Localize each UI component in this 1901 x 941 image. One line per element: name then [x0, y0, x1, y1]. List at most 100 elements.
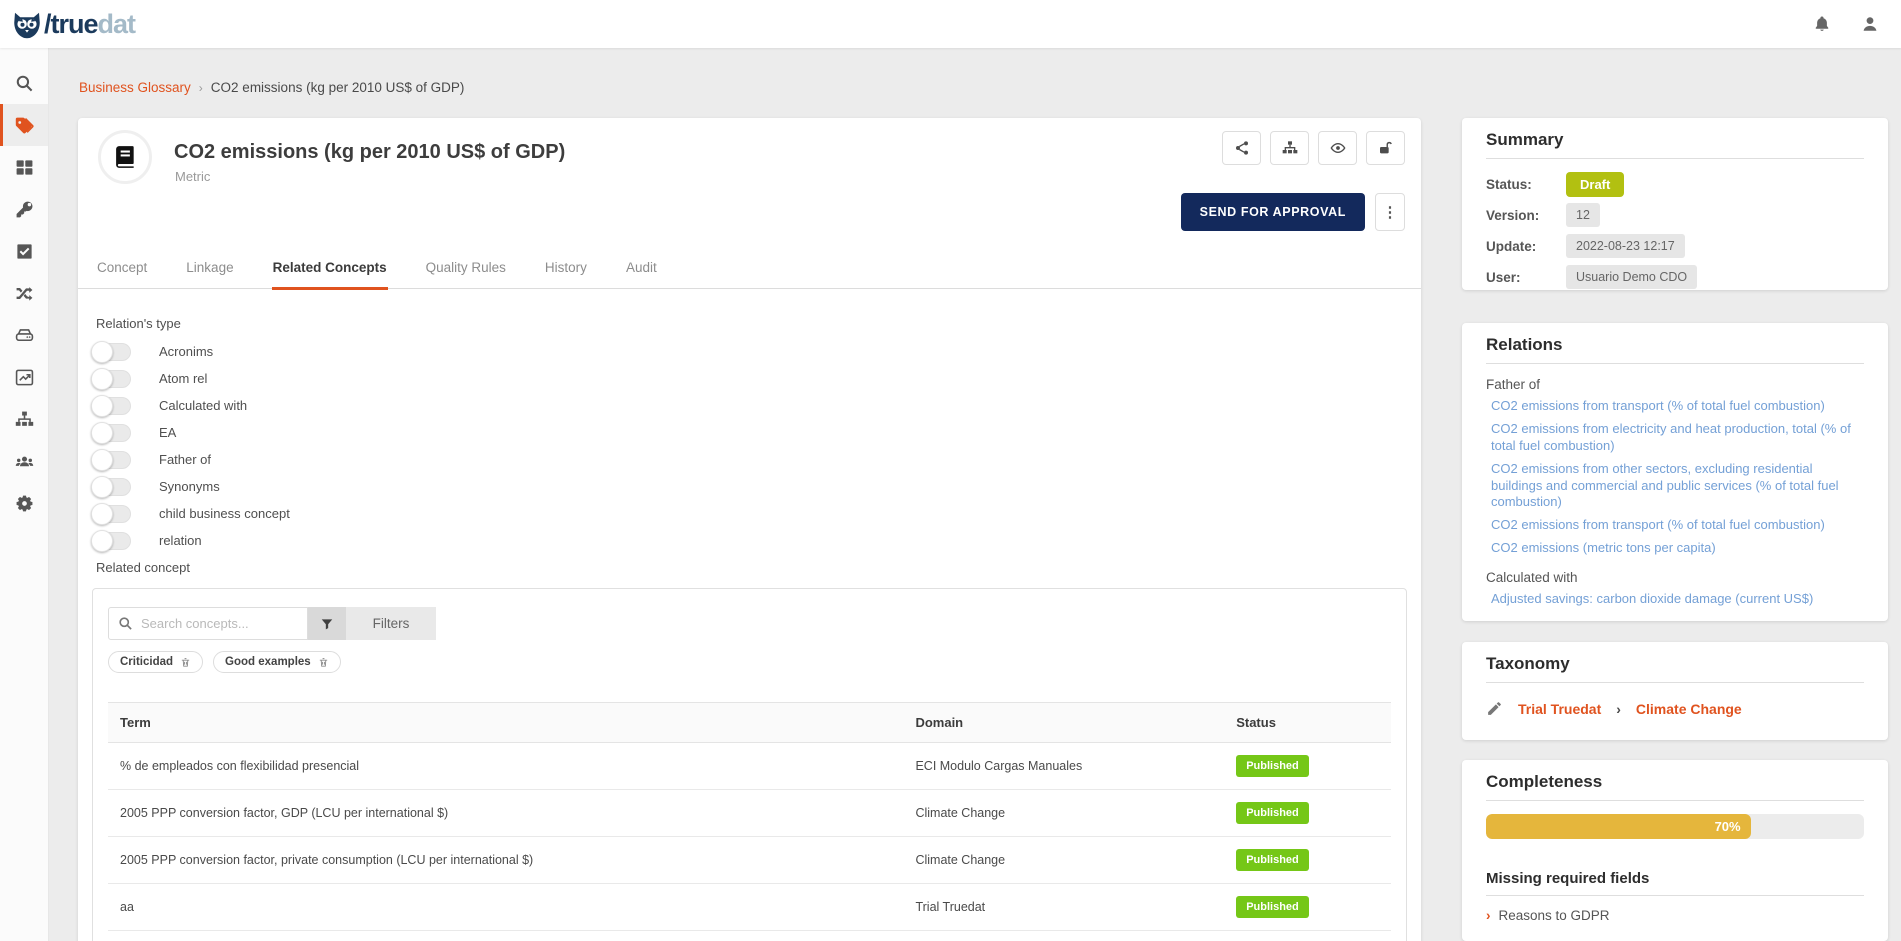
watch-button[interactable]	[1318, 131, 1357, 165]
toggle-row: EA	[91, 419, 1421, 446]
toggle-synonyms[interactable]	[91, 478, 131, 496]
breadcrumb-current: CO2 emissions (kg per 2010 US$ of GDP)	[211, 80, 465, 95]
update-label: Update:	[1486, 239, 1566, 254]
relation-link[interactable]: CO2 emissions from transport (% of total…	[1491, 517, 1864, 534]
sidebar-item-settings[interactable]	[0, 482, 48, 524]
sidebar-item-glossary[interactable]	[0, 104, 48, 146]
relation-link[interactable]: CO2 emissions from transport (% of total…	[1491, 398, 1864, 415]
table-row[interactable]: aa Trial Truedat Published	[108, 884, 1391, 931]
trash-icon[interactable]	[318, 657, 329, 668]
relation-type-toggles: Acronims Atom rel Calculated with EA Fat…	[91, 338, 1421, 554]
taxonomy-domain-link[interactable]: Trial Truedat	[1518, 701, 1601, 717]
toggle-label: EA	[159, 425, 176, 440]
completeness-panel: Completeness 70% Missing required fields…	[1462, 760, 1888, 941]
column-status: Status	[1224, 703, 1391, 743]
toggle-acronims[interactable]	[91, 343, 131, 361]
toggle-knob	[91, 422, 113, 444]
sidebar-item-permissions[interactable]	[0, 188, 48, 230]
toggle-ea[interactable]	[91, 424, 131, 442]
sidebar-item-relations[interactable]	[0, 272, 48, 314]
relation-link[interactable]: CO2 emissions from other sectors, exclud…	[1491, 461, 1864, 512]
toggle-child-business-concept[interactable]	[91, 505, 131, 523]
cell-term: 2005 PPP conversion factor, private cons…	[108, 837, 903, 884]
left-sidebar	[0, 48, 49, 941]
eye-icon	[1330, 140, 1346, 156]
sidebar-item-lineage[interactable]	[0, 398, 48, 440]
chip-criticidad[interactable]: Criticidad	[108, 651, 203, 673]
data-structures-icon	[15, 326, 34, 345]
user-icon[interactable]	[1861, 15, 1879, 33]
page-title: CO2 emissions (kg per 2010 US$ of GDP)	[174, 141, 565, 164]
users-icon	[15, 452, 34, 471]
search-concepts-input[interactable]	[108, 607, 308, 640]
send-for-approval-button[interactable]: SEND FOR APPROVAL	[1181, 193, 1365, 231]
relation-link[interactable]: CO2 emissions from electricity and heat …	[1491, 421, 1864, 455]
tab-history[interactable]: History	[544, 250, 588, 290]
filter-funnel-button[interactable]	[308, 607, 346, 640]
sidebar-item-modules[interactable]	[0, 146, 48, 188]
toggle-father-of[interactable]	[91, 451, 131, 469]
table-row[interactable]: 2005 PPP conversion factor, private cons…	[108, 837, 1391, 884]
missing-field-item[interactable]: › Reasons to GDPR	[1486, 908, 1864, 923]
status-badge: Published	[1236, 802, 1309, 824]
kebab-icon: ⋮	[1383, 203, 1398, 221]
toggle-row: Calculated with	[91, 392, 1421, 419]
tab-quality-rules[interactable]: Quality Rules	[425, 250, 507, 290]
toggle-label: relation	[159, 533, 202, 548]
lineage-button[interactable]	[1270, 131, 1309, 165]
relation-link[interactable]: CO2 emissions (metric tons per capita)	[1491, 540, 1864, 557]
table-row[interactable]: % de empleados con flexibilidad presenci…	[108, 743, 1391, 790]
tab-linkage[interactable]: Linkage	[185, 250, 234, 290]
filters-button[interactable]: Filters	[346, 607, 436, 640]
chip-good-examples[interactable]: Good examples	[213, 651, 341, 673]
summary-update-row: Update: 2022-08-23 12:17	[1486, 231, 1864, 261]
version-label: Version:	[1486, 208, 1566, 223]
summary-status-row: Status: Draft	[1486, 169, 1864, 199]
chip-label: Criticidad	[120, 656, 173, 668]
taxonomy-panel: Taxonomy Trial Truedat › Climate Change	[1462, 642, 1888, 740]
tab-audit[interactable]: Audit	[625, 250, 658, 290]
toggle-calculated-with[interactable]	[91, 397, 131, 415]
taxonomy-path: Trial Truedat › Climate Change	[1486, 700, 1864, 717]
toggle-atom-rel[interactable]	[91, 370, 131, 388]
taxonomy-title: Taxonomy	[1486, 654, 1864, 683]
tab-related-concepts[interactable]: Related Concepts	[272, 250, 388, 290]
more-options-button[interactable]: ⋮	[1375, 193, 1405, 231]
logo-text: /truedat	[44, 9, 135, 39]
bell-icon[interactable]	[1813, 15, 1831, 33]
taxonomy-domain-link[interactable]: Climate Change	[1636, 701, 1742, 717]
breadcrumb: Business Glossary › CO2 emissions (kg pe…	[79, 80, 464, 95]
update-value: 2022-08-23 12:17	[1566, 234, 1685, 258]
sidebar-item-quality[interactable]	[0, 230, 48, 272]
lock-button[interactable]	[1366, 131, 1405, 165]
toggle-row: Atom rel	[91, 365, 1421, 392]
truedat-logo[interactable]: /truedat	[12, 9, 135, 39]
toggle-knob	[91, 503, 113, 525]
status-badge: Published	[1236, 896, 1309, 918]
filter-chips: Criticidad Good examples	[108, 651, 1391, 673]
sidebar-item-groups[interactable]	[0, 440, 48, 482]
related-concept-box: Filters Criticidad Good examples Term Do…	[92, 588, 1407, 941]
version-value: 12	[1566, 203, 1600, 227]
trash-icon[interactable]	[180, 657, 191, 668]
concept-tabs: Concept Linkage Related Concepts Quality…	[78, 250, 1421, 289]
toggle-row: Synonyms	[91, 473, 1421, 500]
toggle-label: Calculated with	[159, 398, 247, 413]
toggle-label: child business concept	[159, 506, 290, 521]
table-row[interactable]: 2005 PPP conversion factor, GDP (LCU per…	[108, 790, 1391, 837]
owl-logo-icon	[12, 12, 42, 39]
book-icon	[112, 144, 138, 170]
breadcrumb-glossary-link[interactable]: Business Glossary	[79, 80, 191, 95]
relation-link[interactable]: Adjusted savings: carbon dioxide damage …	[1491, 591, 1864, 608]
sidebar-item-search[interactable]	[0, 62, 48, 104]
lineage-sitemap-icon	[15, 410, 34, 429]
sidebar-item-charts[interactable]	[0, 356, 48, 398]
cell-term: 2005 PPP conversion factor, GDP (LCU per…	[108, 790, 903, 837]
pencil-icon[interactable]	[1486, 700, 1503, 717]
tab-concept[interactable]: Concept	[96, 250, 148, 290]
sidebar-item-data-sources[interactable]	[0, 314, 48, 356]
toggle-relation[interactable]	[91, 532, 131, 550]
share-button[interactable]	[1222, 131, 1261, 165]
toggle-row: Acronims	[91, 338, 1421, 365]
table-header-row: Term Domain Status	[108, 703, 1391, 743]
